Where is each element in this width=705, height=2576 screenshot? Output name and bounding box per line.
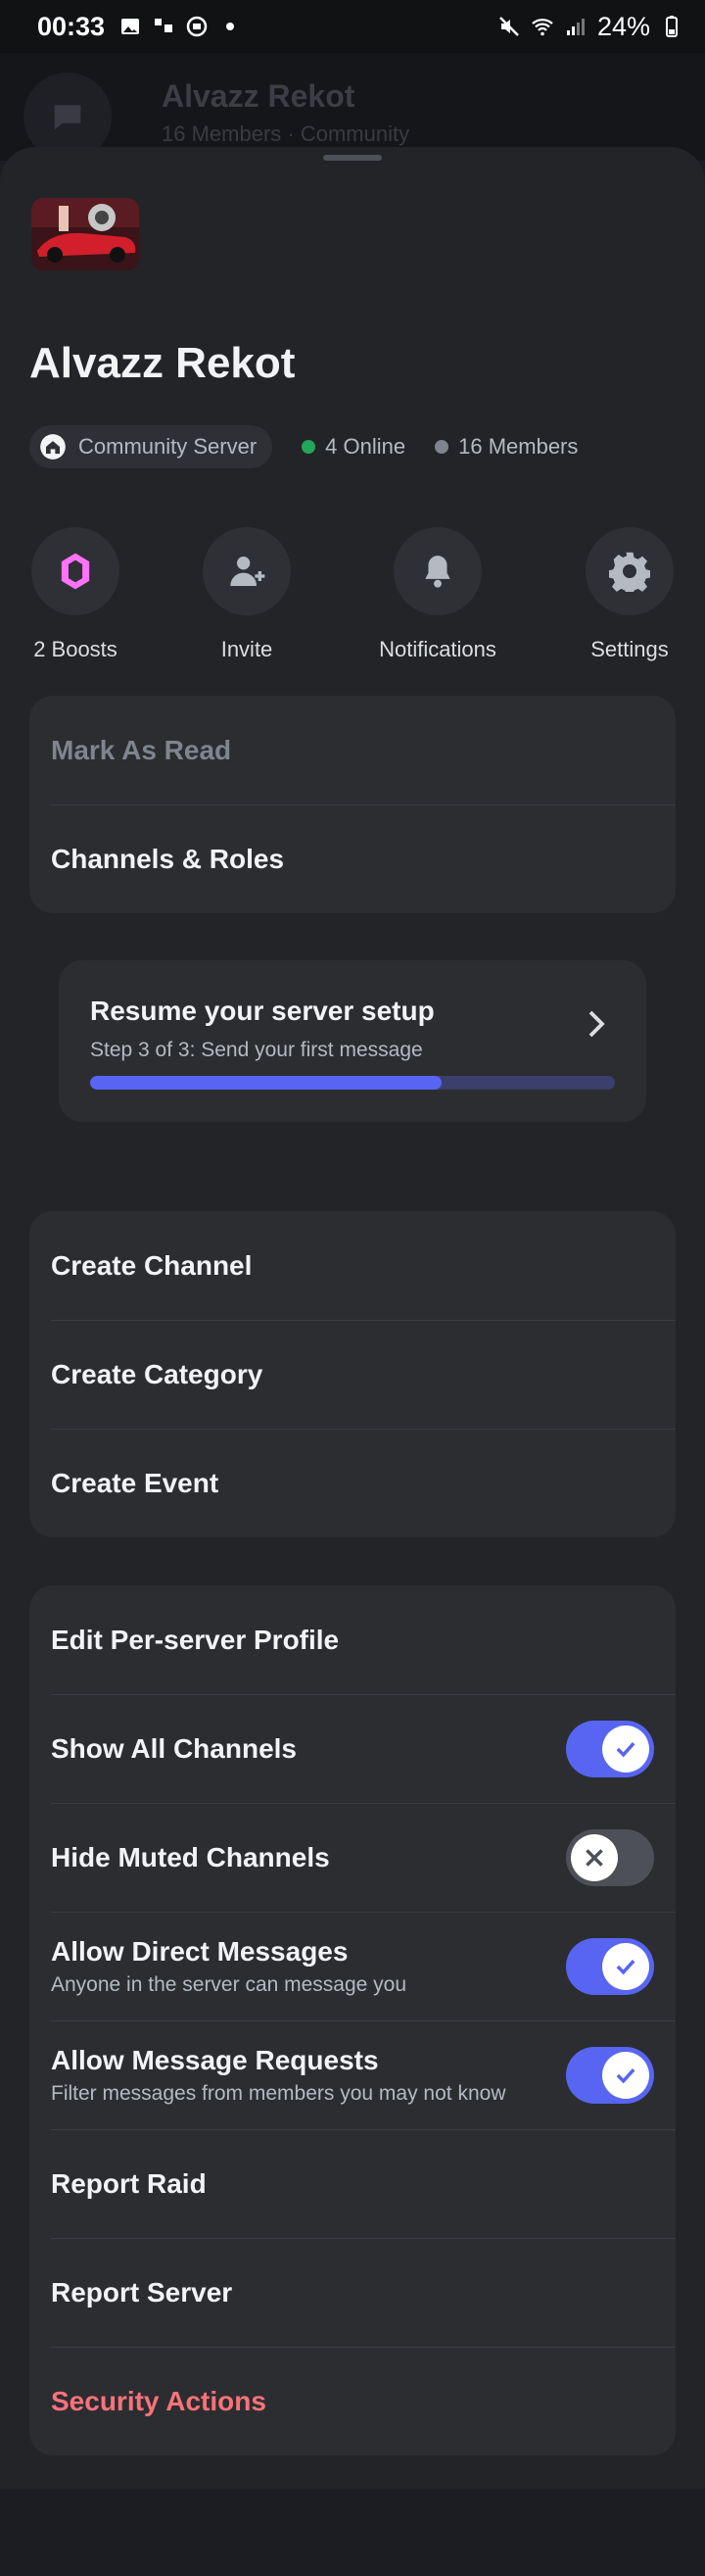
server-meta-row: Community Server 4 Online 16 Members [29,425,578,468]
allow-direct-messages-toggle[interactable] [566,1937,654,1995]
show-all-channels-item[interactable]: Show All Channels [29,1694,676,1803]
boosts-button[interactable]: 2 Boosts [0,527,164,662]
settings-label: Settings [590,637,669,661]
wifi-icon [532,19,553,36]
media-notification-icon [186,16,208,37]
members-dot [435,440,449,454]
add-person-icon [230,557,265,586]
background-server-header: Alvazz Rekot 16 Members · Community [0,53,705,161]
boosts-label: 2 Boosts [33,637,118,661]
status-bar: 00:33 24% [0,0,705,53]
settings-card: Edit Per-server Profile Show All Channel… [29,1585,676,2455]
mark-as-read-item[interactable]: Mark As Read [29,696,676,804]
online-dot [302,440,316,454]
check-icon [602,2051,649,2099]
app-notification-icon [155,19,173,32]
setup-subtitle: Step 3 of 3: Send your first message [90,1039,423,1061]
create-channel-item[interactable]: Create Channel [29,1211,676,1320]
server-name: Alvazz Rekot [29,339,296,387]
notifications-label: Notifications [379,637,496,661]
community-server-label: Community Server [78,434,258,459]
battery-percent: 24% [596,11,650,41]
report-server-item[interactable]: Report Server [29,2238,676,2347]
allow-message-requests-toggle[interactable] [566,2046,654,2104]
x-icon [571,1833,618,1881]
member-count: 16 Members [435,434,578,460]
invite-button[interactable]: Invite [159,527,335,662]
check-icon [602,1942,649,1990]
battery-icon [666,16,678,37]
allow-message-requests-item[interactable]: Allow Message Requests Filter messages f… [29,2020,676,2129]
create-event-item[interactable]: Create Event [29,1429,676,1537]
gear-icon [609,552,650,592]
drag-handle[interactable] [323,155,382,161]
online-count: 4 Online [302,434,405,460]
setup-progress-fill [90,1076,443,1090]
chevron-right-icon [588,1010,605,1038]
check-icon [602,1725,649,1773]
background-server-title: Alvazz Rekot [162,78,355,114]
hide-muted-channels-item[interactable]: Hide Muted Channels [29,1803,676,1912]
report-raid-item[interactable]: Report Raid [29,2129,676,2238]
community-house-icon [40,434,66,460]
setup-title: Resume your server setup [90,996,435,1026]
notifications-button[interactable]: Notifications [350,527,526,662]
members-label: 16 Members [458,434,579,459]
server-options-sheet: Alvazz Rekot Community Server 4 Online 1… [0,147,705,2489]
create-category-item[interactable]: Create Category [29,1320,676,1429]
more-dot-icon [226,23,235,30]
signal-icon [566,19,585,35]
boost-gem-icon [61,553,90,590]
setup-progress-bar [90,1076,615,1090]
bottom-background [0,2489,705,2576]
show-all-channels-toggle[interactable] [566,1720,654,1777]
channels-roles-item[interactable]: Channels & Roles [29,804,676,913]
server-avatar [31,198,139,270]
allow-direct-messages-item[interactable]: Allow Direct Messages Anyone in the serv… [29,1912,676,2020]
hide-muted-channels-toggle[interactable] [566,1828,654,1886]
read-channels-card: Mark As Read Channels & Roles [29,696,676,913]
status-time: 00:33 [37,11,106,41]
settings-button[interactable]: Settings [541,527,705,662]
bell-icon [425,556,450,588]
invite-label: Invite [220,637,273,661]
gallery-icon [121,19,140,34]
quick-actions: 2 Boosts Invite Notifications Settings [0,527,705,664]
online-label: 4 Online [325,434,406,459]
community-server-badge[interactable]: Community Server [29,425,273,468]
server-setup-card[interactable]: Resume your server setup Step 3 of 3: Se… [59,960,646,1122]
edit-per-server-profile-item[interactable]: Edit Per-server Profile [29,1585,676,1694]
create-card: Create Channel Create Category Create Ev… [29,1211,676,1537]
background-server-subtitle: 16 Members · Community [162,122,410,146]
security-actions-item[interactable]: Security Actions [29,2347,676,2455]
mute-icon [499,17,519,36]
